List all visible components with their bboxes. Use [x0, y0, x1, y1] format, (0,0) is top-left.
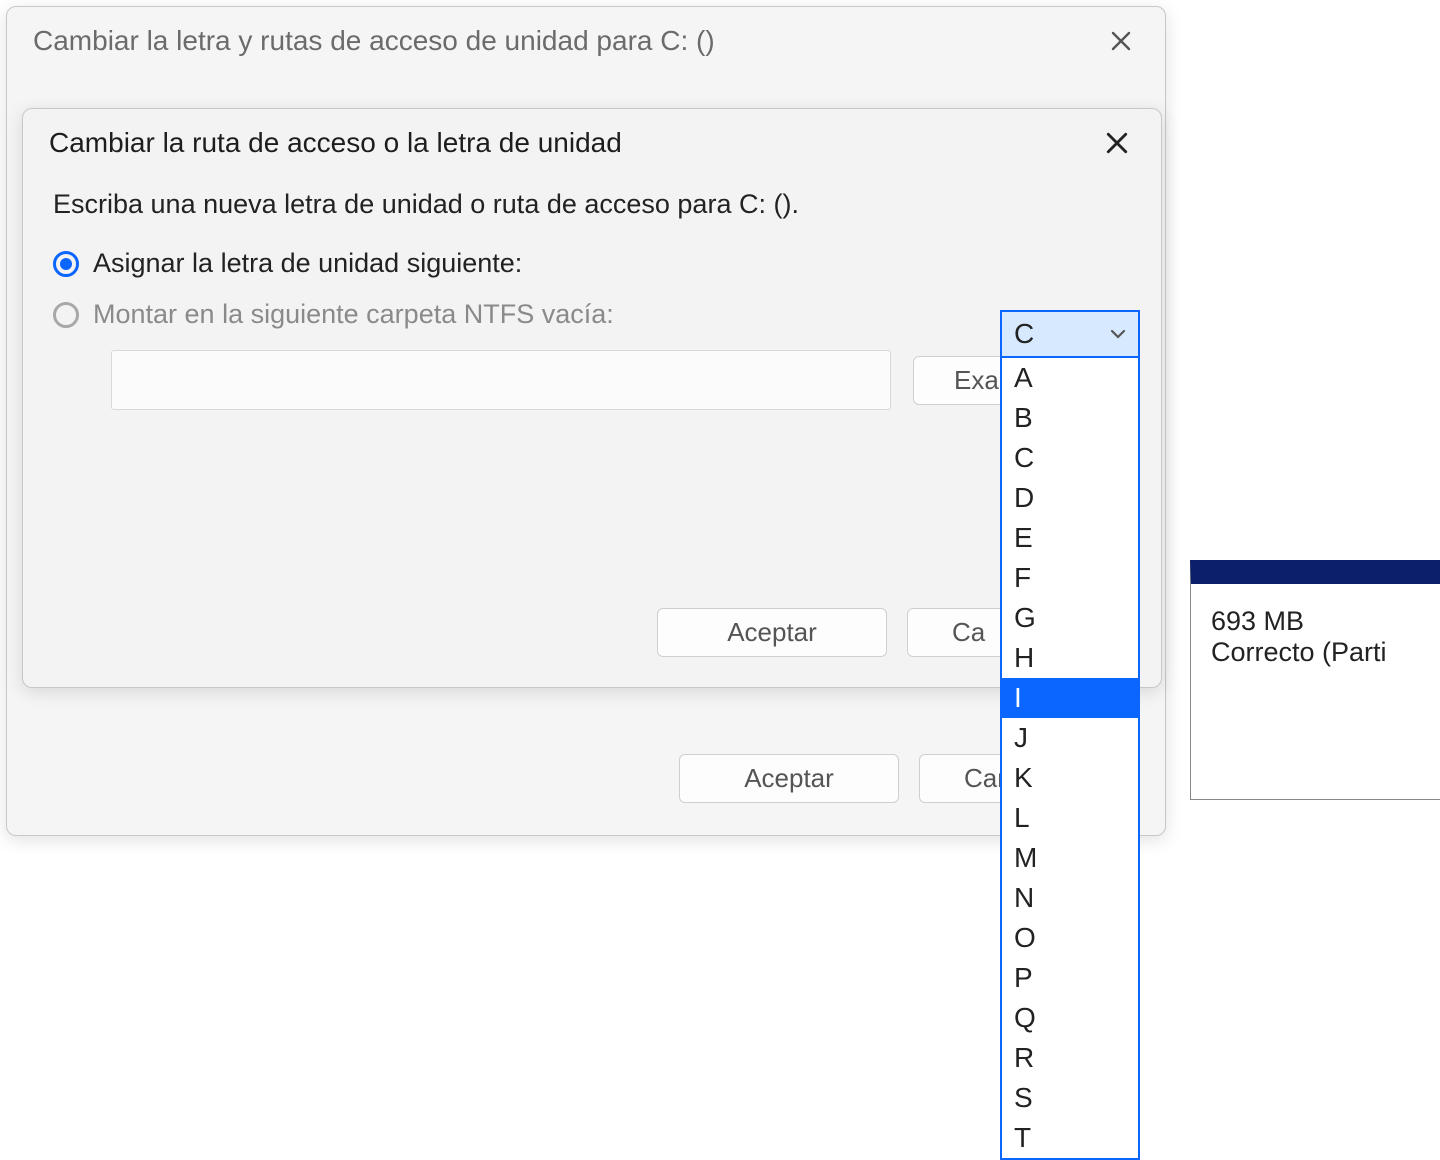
- inner-accept-button[interactable]: Aceptar: [657, 608, 887, 657]
- radio-assign-row[interactable]: Asignar la letra de unidad siguiente:: [53, 248, 1131, 279]
- drive-letter-option-B[interactable]: B: [1002, 398, 1138, 438]
- drive-letter-option-F[interactable]: F: [1002, 558, 1138, 598]
- radio-assign-label: Asignar la letra de unidad siguiente:: [93, 248, 522, 279]
- drive-letter-option-K[interactable]: K: [1002, 758, 1138, 798]
- instruction-text: Escriba una nueva letra de unidad o ruta…: [53, 189, 1131, 220]
- drive-letter-dropdown-head[interactable]: C: [1002, 312, 1138, 358]
- drive-letter-option-Q[interactable]: Q: [1002, 998, 1138, 1038]
- drive-letter-option-G[interactable]: G: [1002, 598, 1138, 638]
- drive-letter-option-R[interactable]: R: [1002, 1038, 1138, 1078]
- partition-size: 693 MB: [1211, 606, 1440, 637]
- drive-letter-option-P[interactable]: P: [1002, 958, 1138, 998]
- outer-titlebar: Cambiar la letra y rutas de acceso de un…: [7, 7, 1165, 73]
- drive-letter-option-J[interactable]: J: [1002, 718, 1138, 758]
- mount-folder-input: [111, 350, 891, 410]
- radio-mount-label: Montar en la siguiente carpeta NTFS vací…: [93, 299, 614, 330]
- drive-letter-option-S[interactable]: S: [1002, 1078, 1138, 1118]
- inner-dialog-title: Cambiar la ruta de acceso o la letra de …: [49, 127, 622, 159]
- drive-letter-dropdown[interactable]: C ABCDEFGHIJKLMNOPQRST: [1000, 310, 1140, 1160]
- drive-letter-option-L[interactable]: L: [1002, 798, 1138, 838]
- radio-assign[interactable]: [53, 251, 79, 277]
- partition-fragment: 693 MB Correcto (Parti: [1190, 560, 1440, 800]
- inner-dialog-body: Escriba una nueva letra de unidad o ruta…: [23, 175, 1161, 436]
- radio-mount[interactable]: [53, 302, 79, 328]
- chevron-down-icon: [1110, 324, 1126, 345]
- close-icon[interactable]: [1099, 19, 1143, 63]
- outer-accept-button[interactable]: Aceptar: [679, 754, 899, 803]
- drive-letter-option-A[interactable]: A: [1002, 358, 1138, 398]
- drive-letter-option-E[interactable]: E: [1002, 518, 1138, 558]
- partition-status: Correcto (Parti: [1211, 637, 1440, 668]
- drive-letter-option-T[interactable]: T: [1002, 1118, 1138, 1158]
- drive-letter-selected: C: [1014, 318, 1034, 350]
- outer-dialog-title: Cambiar la letra y rutas de acceso de un…: [33, 25, 715, 57]
- drive-letter-dropdown-list[interactable]: ABCDEFGHIJKLMNOPQRST: [1002, 358, 1138, 1158]
- close-icon[interactable]: [1095, 121, 1139, 165]
- inner-titlebar: Cambiar la ruta de acceso o la letra de …: [23, 109, 1161, 175]
- drive-letter-option-M[interactable]: M: [1002, 838, 1138, 878]
- dialog-change-drive-letter: Cambiar la ruta de acceso o la letra de …: [22, 108, 1162, 688]
- drive-letter-option-C[interactable]: C: [1002, 438, 1138, 478]
- drive-letter-option-N[interactable]: N: [1002, 878, 1138, 918]
- drive-letter-option-I[interactable]: I: [1002, 678, 1138, 718]
- radio-mount-row[interactable]: Montar en la siguiente carpeta NTFS vací…: [53, 299, 1131, 330]
- drive-letter-option-D[interactable]: D: [1002, 478, 1138, 518]
- drive-letter-option-H[interactable]: H: [1002, 638, 1138, 678]
- drive-letter-option-O[interactable]: O: [1002, 918, 1138, 958]
